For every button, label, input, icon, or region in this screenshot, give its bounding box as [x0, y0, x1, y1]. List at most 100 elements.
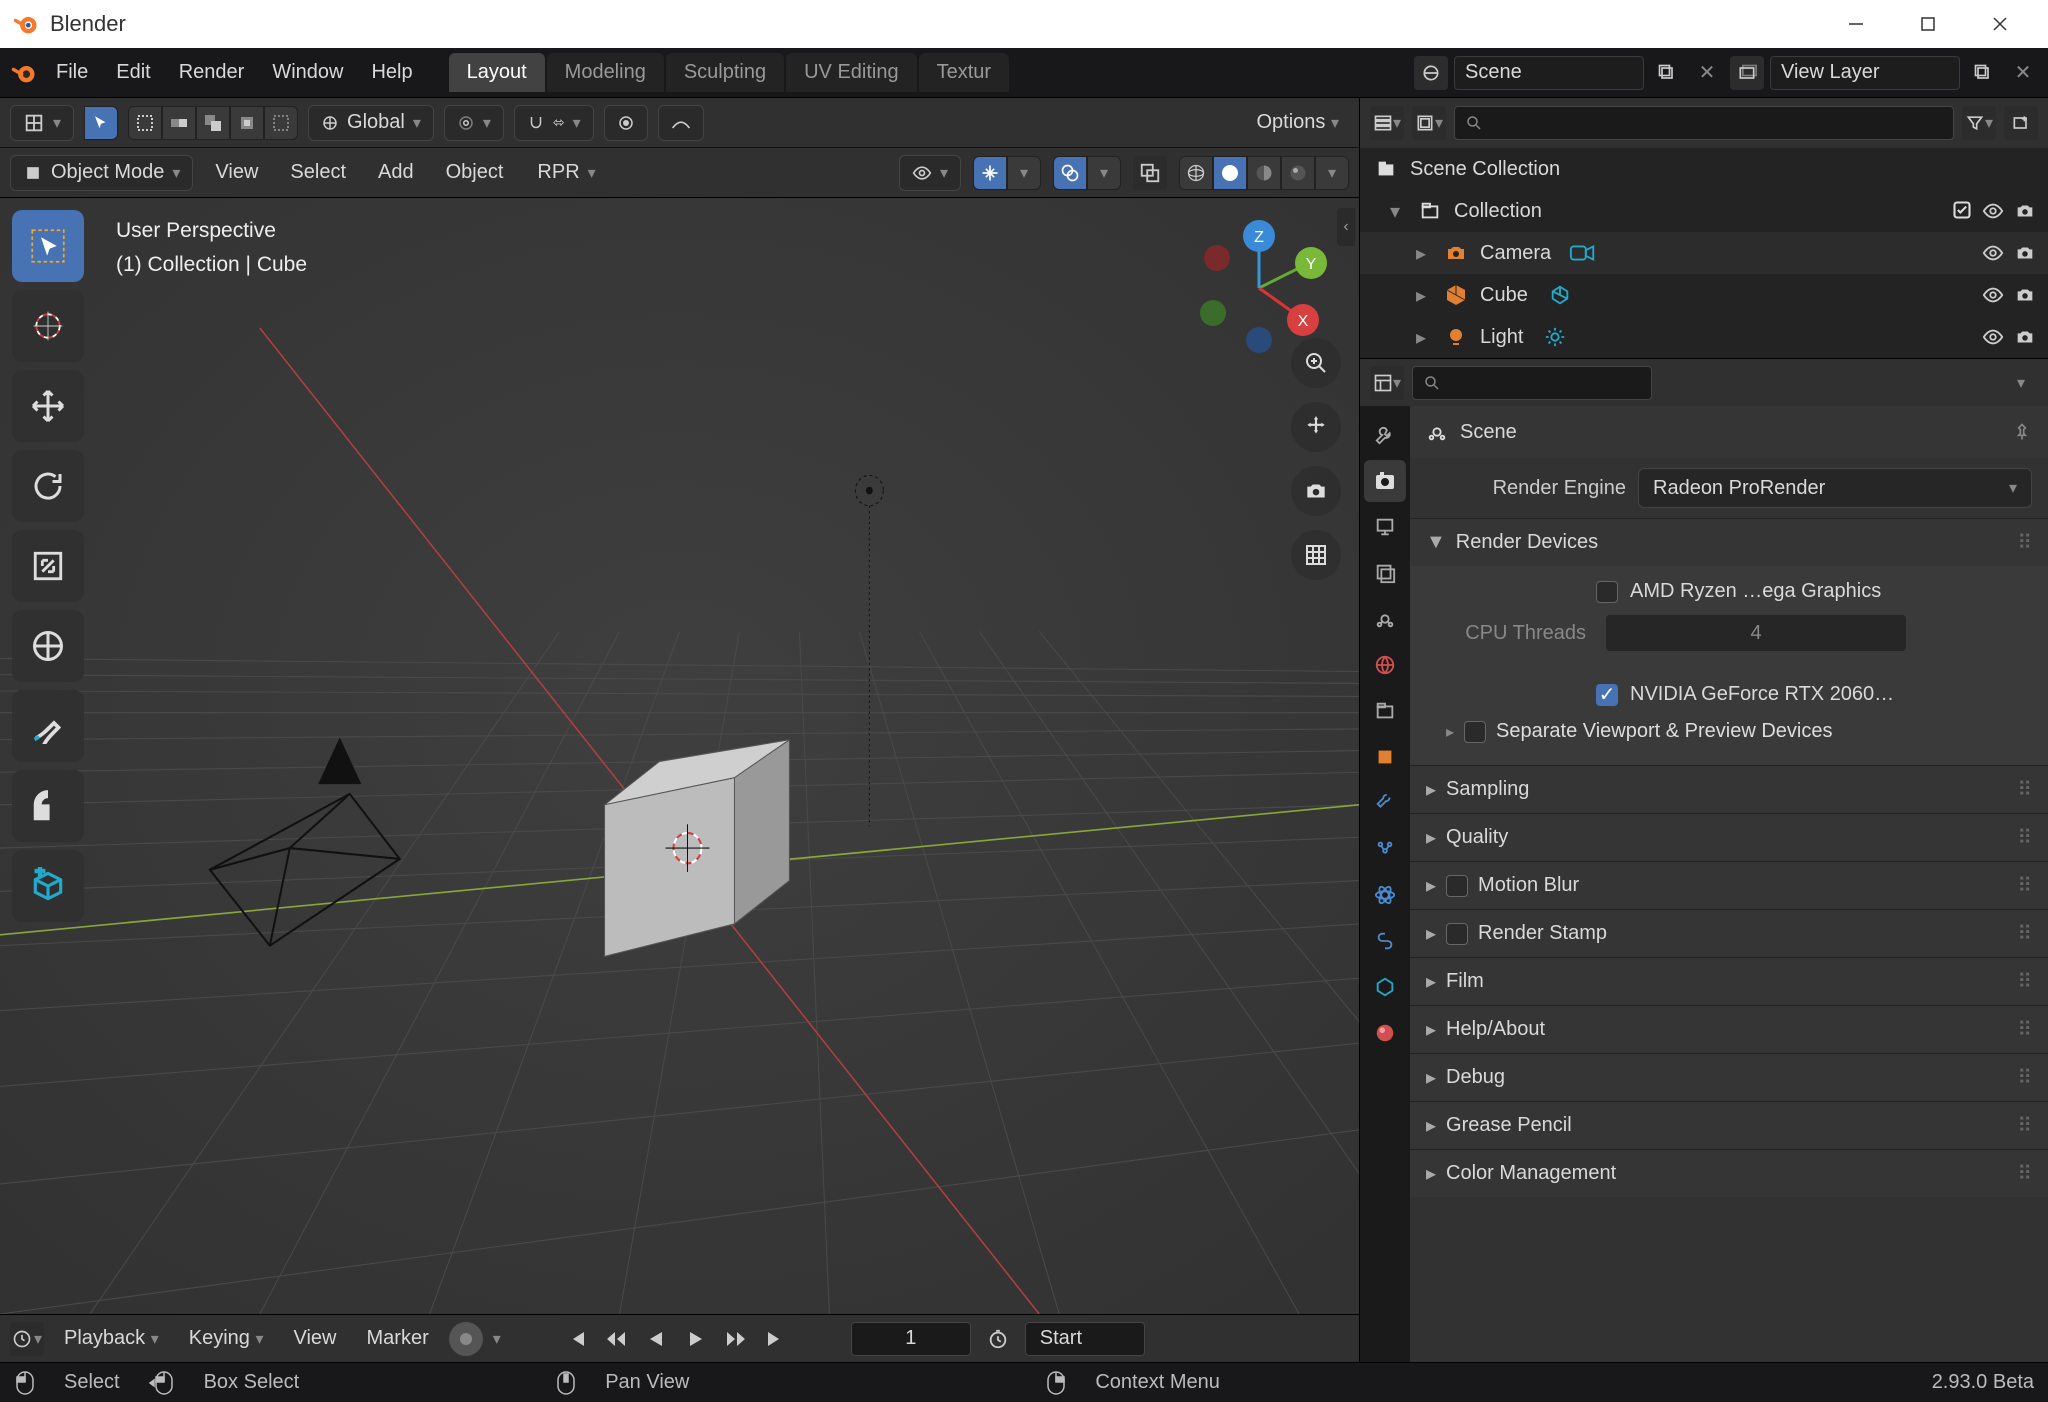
disclosure-icon[interactable]: ▸	[1416, 241, 1432, 266]
gizmo-toggle-icon[interactable]	[973, 156, 1007, 190]
light-data-icon[interactable]	[1541, 323, 1569, 351]
select-menu[interactable]: Select	[280, 157, 356, 188]
menu-render[interactable]: Render	[167, 55, 257, 90]
gpu-checkbox[interactable]: ✓	[1596, 684, 1618, 706]
panel-debug[interactable]: ▸Debug⠿	[1410, 1053, 2048, 1101]
shading-wireframe-icon[interactable]	[1179, 156, 1213, 190]
new-scene-icon[interactable]	[1650, 56, 1684, 90]
separate-viewport-checkbox[interactable]	[1464, 721, 1486, 743]
snap-toggle[interactable]: ⬄▾	[514, 105, 594, 141]
tool-rotate[interactable]	[12, 450, 84, 522]
pin-icon[interactable]	[2012, 422, 2032, 442]
tool-select-box[interactable]	[12, 210, 84, 282]
zoom-icon[interactable]	[1291, 338, 1341, 388]
nav-gizmo[interactable]: Z Y X	[1189, 218, 1329, 358]
properties-editor-dropdown[interactable]: ▾	[1370, 366, 1404, 400]
panel-render-devices[interactable]: ▼ Render Devices ⠿	[1410, 518, 2048, 566]
camera-view-icon[interactable]	[1291, 466, 1341, 516]
tab-tool-icon[interactable]	[1364, 414, 1406, 456]
tool-scale[interactable]	[12, 530, 84, 602]
tab-physics-icon[interactable]	[1364, 874, 1406, 916]
select-extend-icon[interactable]	[162, 106, 196, 140]
disclosure-icon[interactable]: ▸	[1416, 283, 1432, 308]
eye-icon[interactable]	[1982, 326, 2004, 348]
disclosure-icon[interactable]: ▾	[1390, 199, 1406, 224]
delete-view-layer-icon[interactable]: ✕	[2006, 56, 2040, 90]
select-intersect-icon[interactable]	[230, 106, 264, 140]
tab-output-icon[interactable]	[1364, 506, 1406, 548]
render-icon[interactable]	[2014, 200, 2036, 222]
tool-cursor[interactable]	[12, 290, 84, 362]
gizmo-dropdown-icon[interactable]: ▾	[1007, 156, 1041, 190]
tool-transform[interactable]	[12, 610, 84, 682]
tab-collection-icon[interactable]	[1364, 690, 1406, 732]
cpu-checkbox[interactable]	[1596, 581, 1618, 603]
3d-viewport[interactable]: User Perspective (1) Collection | Cube ‹…	[0, 198, 1359, 1314]
menu-window[interactable]: Window	[260, 55, 355, 90]
select-mode-toggle[interactable]	[84, 106, 118, 140]
perspective-toggle-icon[interactable]	[1291, 530, 1341, 580]
timeline-editor-dropdown[interactable]: ▾	[10, 1322, 44, 1356]
tool-annotate[interactable]	[12, 690, 84, 762]
keying-menu[interactable]: Keying ▾	[179, 1323, 274, 1354]
tab-data-icon[interactable]	[1364, 966, 1406, 1008]
tool-add-cube[interactable]: +	[12, 850, 84, 922]
object-menu[interactable]: Object	[436, 157, 514, 188]
display-mode-dropdown[interactable]: ▾	[1412, 106, 1446, 140]
eye-icon[interactable]	[1982, 284, 2004, 306]
auto-key-dropdown[interactable]: ▾	[493, 1329, 501, 1349]
panel-quality[interactable]: ▸Quality⠿	[1410, 813, 2048, 861]
tab-object-icon[interactable]	[1364, 736, 1406, 778]
panel-sampling[interactable]: ▸Sampling⠿	[1410, 765, 2048, 813]
panel-film[interactable]: ▸Film⠿	[1410, 957, 2048, 1005]
play-reverse-icon[interactable]	[641, 1324, 671, 1354]
outliner-item-cube[interactable]: ▸ Cube	[1360, 274, 2048, 316]
outliner[interactable]: Scene Collection ▾ Collection ▸ Camera	[1360, 148, 2048, 358]
panel-help-about[interactable]: ▸Help/About⠿	[1410, 1005, 2048, 1053]
shading-solid-icon[interactable]	[1213, 156, 1247, 190]
transform-orientation[interactable]: Global ▾	[308, 105, 434, 141]
filter-icon[interactable]: ▾	[1962, 106, 1996, 140]
panel-grease-pencil[interactable]: ▸Grease Pencil⠿	[1410, 1101, 2048, 1149]
delete-scene-icon[interactable]: ✕	[1690, 56, 1724, 90]
shading-matprev-icon[interactable]	[1247, 156, 1281, 190]
panel-color-management[interactable]: ▸Color Management⠿	[1410, 1149, 2048, 1197]
pivot-point[interactable]: ▾	[444, 105, 504, 141]
separate-viewport-subpanel[interactable]: ▸ Separate Viewport & Preview Devices	[1426, 712, 2032, 751]
cpu-threads-field[interactable]: 4	[1606, 615, 1906, 651]
tab-render-icon[interactable]	[1364, 460, 1406, 502]
view-layer-field[interactable]: View Layer	[1770, 56, 1960, 90]
overlay-toggle-icon[interactable]	[1053, 156, 1087, 190]
checkbox-icon[interactable]	[1952, 200, 1972, 222]
tab-viewlayer-icon[interactable]	[1364, 552, 1406, 594]
panel-render-stamp[interactable]: ▸Render Stamp⠿	[1410, 909, 2048, 957]
menu-help[interactable]: Help	[359, 55, 424, 90]
tab-modeling[interactable]: Modeling	[547, 53, 664, 92]
close-button[interactable]	[1964, 0, 2036, 48]
overlay-dropdown-icon[interactable]: ▾	[1087, 156, 1121, 190]
auto-key-icon[interactable]	[449, 1322, 483, 1356]
sidebar-toggle-icon[interactable]: ‹	[1337, 208, 1355, 246]
play-icon[interactable]	[681, 1324, 711, 1354]
playback-menu[interactable]: Playback ▾	[54, 1323, 169, 1354]
next-key-icon[interactable]	[721, 1324, 751, 1354]
render-icon[interactable]	[2014, 284, 2036, 306]
start-frame-field[interactable]: Start	[1025, 1322, 1145, 1356]
outliner-search[interactable]	[1454, 106, 1954, 140]
scene-name-field[interactable]: Scene	[1454, 56, 1644, 90]
render-icon[interactable]	[2014, 326, 2036, 348]
tool-move[interactable]	[12, 370, 84, 442]
editor-type-dropdown[interactable]: ▾	[10, 105, 74, 141]
tab-uv-editing[interactable]: UV Editing	[786, 53, 917, 92]
rpr-menu[interactable]: RPR ▾	[525, 155, 607, 191]
tab-layout[interactable]: Layout	[449, 53, 545, 92]
tab-scene-icon[interactable]	[1364, 598, 1406, 640]
disclosure-icon[interactable]: ▸	[1416, 325, 1432, 350]
app-menu-icon[interactable]	[8, 57, 40, 89]
current-frame-field[interactable]: 1	[851, 1322, 971, 1356]
outliner-scene-collection[interactable]: Scene Collection	[1360, 148, 2048, 190]
new-view-layer-icon[interactable]	[1966, 56, 2000, 90]
preview-range-icon[interactable]	[981, 1322, 1015, 1356]
eye-icon[interactable]	[1982, 242, 2004, 264]
select-invert-icon[interactable]	[264, 106, 298, 140]
